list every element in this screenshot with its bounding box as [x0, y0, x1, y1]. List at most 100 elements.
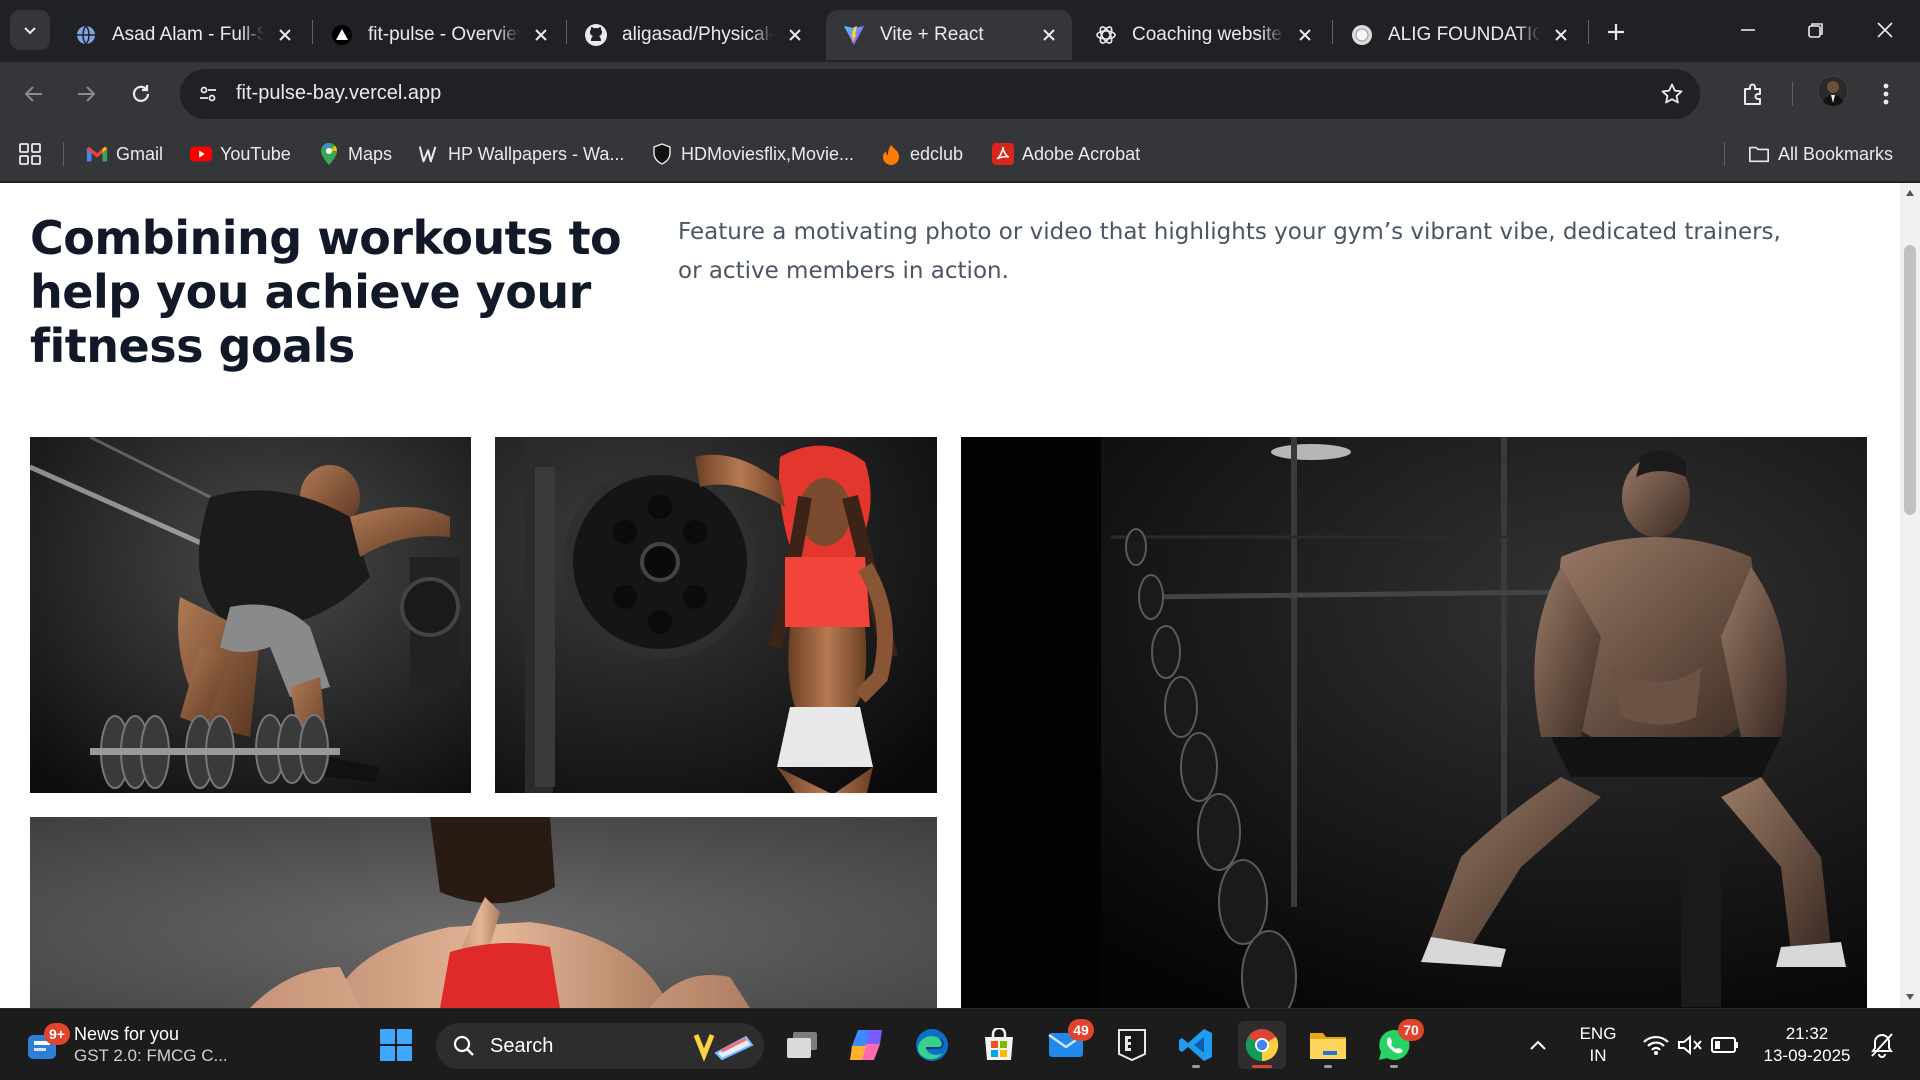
tab-strip: Asad Alam - Full-Stack fit-pulse - Overv…	[0, 0, 1920, 62]
taskbar-vscode[interactable]	[1172, 1021, 1220, 1069]
language-indicator[interactable]: ENG IN	[1570, 1023, 1626, 1067]
close-icon[interactable]	[784, 24, 806, 46]
taskbar-chrome[interactable]	[1238, 1021, 1286, 1069]
search-icon	[453, 1035, 474, 1056]
tab-title: fit-pulse - Overview	[368, 24, 520, 45]
taskbar-epic-games[interactable]	[1108, 1021, 1156, 1069]
tab-github-repo[interactable]: aligasad/Physical-Fitness	[568, 10, 818, 60]
show-hidden-icons-button[interactable]	[1516, 1021, 1560, 1069]
bookmark-star-button[interactable]	[1658, 80, 1686, 108]
bookmark-hdmoviesflix[interactable]: HDMoviesflix,Movie...	[651, 139, 854, 169]
arrow-right-icon	[78, 86, 96, 102]
vscode-icon	[1179, 1029, 1212, 1061]
close-window-button[interactable]	[1860, 8, 1910, 52]
taskbar-mail[interactable]: 49	[1042, 1019, 1094, 1069]
maps-icon	[318, 143, 340, 165]
apps-grid-icon	[19, 143, 41, 165]
minimize-button[interactable]	[1723, 8, 1773, 52]
new-tab-button[interactable]	[1598, 14, 1634, 50]
chrome-icon	[1245, 1029, 1279, 1062]
bookmark-hp-wallpapers[interactable]: HP Wallpapers - Wa...	[418, 139, 624, 169]
taskbar-edge[interactable]	[908, 1021, 956, 1069]
clock-time: 21:32	[1785, 1024, 1829, 1043]
notifications-button[interactable]	[1862, 1021, 1902, 1069]
tab-title: Asad Alam - Full-Stack	[112, 24, 264, 45]
tab-fit-pulse-overview[interactable]: fit-pulse - Overview	[314, 10, 564, 60]
restore-button[interactable]	[1791, 8, 1841, 52]
close-icon[interactable]	[530, 24, 552, 46]
edge-icon	[916, 1029, 948, 1061]
youtube-icon	[190, 143, 212, 165]
bookmark-gmail[interactable]: Gmail	[86, 139, 163, 169]
close-icon[interactable]	[1294, 24, 1316, 46]
windows-logo-icon	[380, 1029, 412, 1061]
tab-asad-alam[interactable]: Asad Alam - Full-Stack	[58, 10, 308, 60]
more-vertical-icon	[1883, 83, 1889, 105]
gallery-photo-woman-hoodie	[495, 437, 937, 793]
close-icon[interactable]	[1038, 24, 1060, 46]
tab-vite-react[interactable]: Vite + React	[826, 10, 1072, 60]
language-top: ENG	[1579, 1024, 1617, 1043]
globe-icon	[1350, 23, 1374, 47]
vite-icon	[842, 23, 866, 47]
back-button[interactable]	[14, 74, 54, 114]
taskbar-microsoft-store[interactable]	[975, 1021, 1023, 1069]
bookmark-label: Maps	[348, 143, 393, 164]
toolbar-divider	[1792, 82, 1793, 106]
bookmark-adobe-acrobat[interactable]: Adobe Acrobat	[992, 139, 1140, 169]
tab-coaching-website[interactable]: Coaching website ideas	[1078, 10, 1328, 60]
vercel-icon	[330, 23, 354, 47]
scroll-down-arrow-icon[interactable]	[1904, 991, 1916, 1003]
all-bookmarks-button[interactable]: All Bookmarks	[1748, 139, 1893, 169]
news-widget[interactable]: 9+ News for you GST 2.0: FMCG C...	[26, 1021, 228, 1069]
start-button[interactable]	[372, 1021, 420, 1069]
arrow-left-icon	[24, 86, 42, 102]
page-scrollbar[interactable]	[1900, 183, 1920, 1008]
taskbar-search[interactable]: Search	[436, 1023, 764, 1069]
wallpaper-icon	[418, 143, 440, 165]
bookmarks-bar: Gmail YouTube Maps HP Wallpapers - Wa...…	[0, 126, 1920, 182]
forward-button[interactable]	[66, 74, 106, 114]
taskbar-copilot[interactable]	[842, 1021, 890, 1069]
url-text[interactable]: fit-pulse-bay.vercel.app	[236, 82, 441, 105]
profile-avatar[interactable]	[1818, 76, 1848, 106]
reload-button[interactable]	[121, 74, 161, 114]
bookmark-label: Gmail	[116, 143, 164, 164]
clock[interactable]: 21:32 13-09-2025	[1752, 1023, 1862, 1067]
page-viewport: Combining workouts to help you achieve y…	[0, 183, 1920, 1008]
network-volume-battery[interactable]	[1636, 1021, 1746, 1069]
epic-games-icon	[1118, 1029, 1146, 1062]
tab-search-button[interactable]	[10, 10, 50, 50]
minimize-icon	[1741, 29, 1755, 31]
chevron-up-icon	[1530, 1040, 1546, 1050]
bookmark-label: edclub	[910, 143, 964, 164]
taskbar-task-view[interactable]	[778, 1021, 826, 1069]
bookmark-maps[interactable]: Maps	[318, 139, 392, 169]
site-info-button[interactable]	[192, 78, 224, 110]
tab-alig-foundation[interactable]: ALIG FOUNDATION	[1334, 10, 1584, 60]
gallery-photo-man-dumbbell	[30, 437, 471, 793]
address-bar[interactable]: fit-pulse-bay.vercel.app	[180, 69, 1700, 119]
scrollbar-thumb[interactable]	[1904, 245, 1916, 515]
tab-divider	[1588, 20, 1589, 44]
apps-button[interactable]	[18, 139, 42, 169]
bookmark-label: HDMoviesflix,Movie...	[681, 143, 855, 164]
taskbar-file-explorer[interactable]	[1304, 1021, 1352, 1069]
shield-icon	[651, 143, 673, 165]
search-highlight-icon	[693, 1034, 754, 1062]
running-indicator	[1252, 1065, 1272, 1068]
bookmark-youtube[interactable]: YouTube	[190, 139, 291, 169]
scroll-up-arrow-icon[interactable]	[1904, 187, 1916, 199]
bookmark-edclub[interactable]: edclub	[880, 139, 963, 169]
tab-divider	[566, 20, 567, 44]
close-icon	[1877, 22, 1893, 38]
extensions-button[interactable]	[1735, 76, 1771, 112]
close-icon[interactable]	[274, 24, 296, 46]
tab-title: Vite + React	[880, 24, 984, 45]
taskbar-whatsapp[interactable]: 70	[1370, 1019, 1424, 1069]
browser-menu-button[interactable]	[1868, 76, 1904, 112]
close-icon[interactable]	[1550, 24, 1572, 46]
hero-heading: Combining workouts to help you achieve y…	[30, 211, 622, 373]
folder-icon	[1310, 1033, 1346, 1059]
restore-icon	[1808, 23, 1823, 38]
